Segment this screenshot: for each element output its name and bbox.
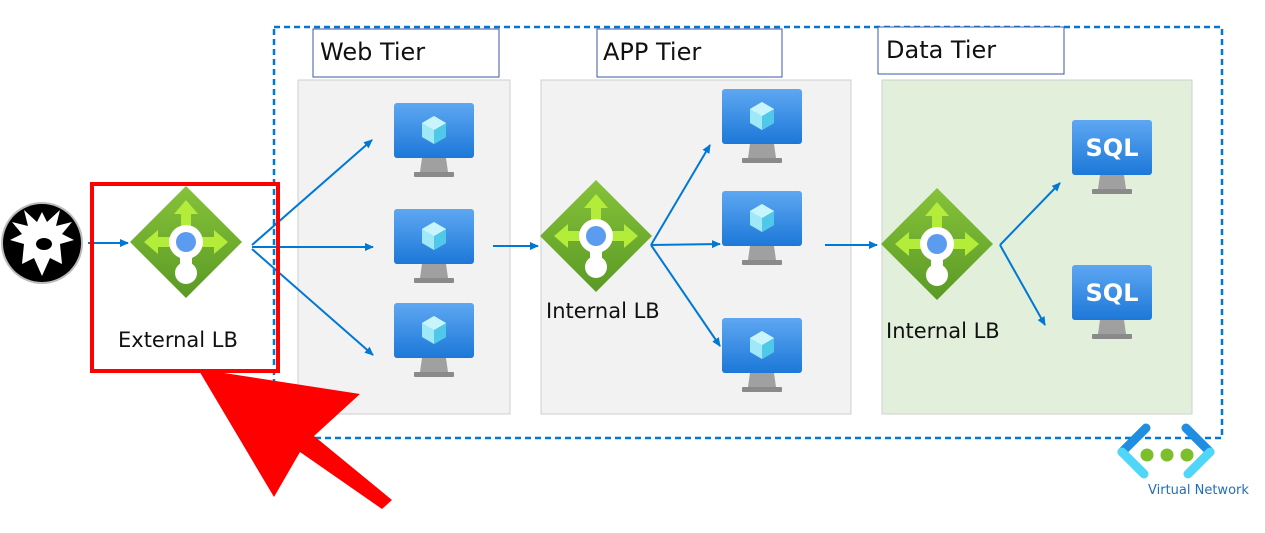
svg-text:Data Tier: Data Tier (886, 36, 996, 64)
arrow-app-lb-to-vm-2 (650, 240, 721, 249)
svg-text:Web Tier: Web Tier (320, 38, 425, 66)
web-tier-label: Web Tier (312, 28, 500, 78)
external-lb-label: External LB (118, 328, 238, 352)
app-internal-lb-label: Internal LB (546, 299, 660, 323)
data-tier-label: Data Tier (877, 26, 1065, 75)
sql-label: SQL (1086, 134, 1139, 162)
external-load-balancer-icon[interactable] (130, 186, 242, 298)
svg-text:APP Tier: APP Tier (603, 38, 701, 66)
data-internal-lb-label: Internal LB (886, 319, 1000, 343)
architecture-diagram: Web Tier APP Tier Data Tier External LB (0, 0, 1265, 533)
virtual-network-label: Virtual Network (1148, 483, 1249, 498)
sql-label: SQL (1086, 279, 1139, 307)
user-avatar-icon (1, 202, 83, 284)
app-tier-label: APP Tier (596, 28, 783, 78)
virtual-network-icon (1117, 423, 1215, 479)
